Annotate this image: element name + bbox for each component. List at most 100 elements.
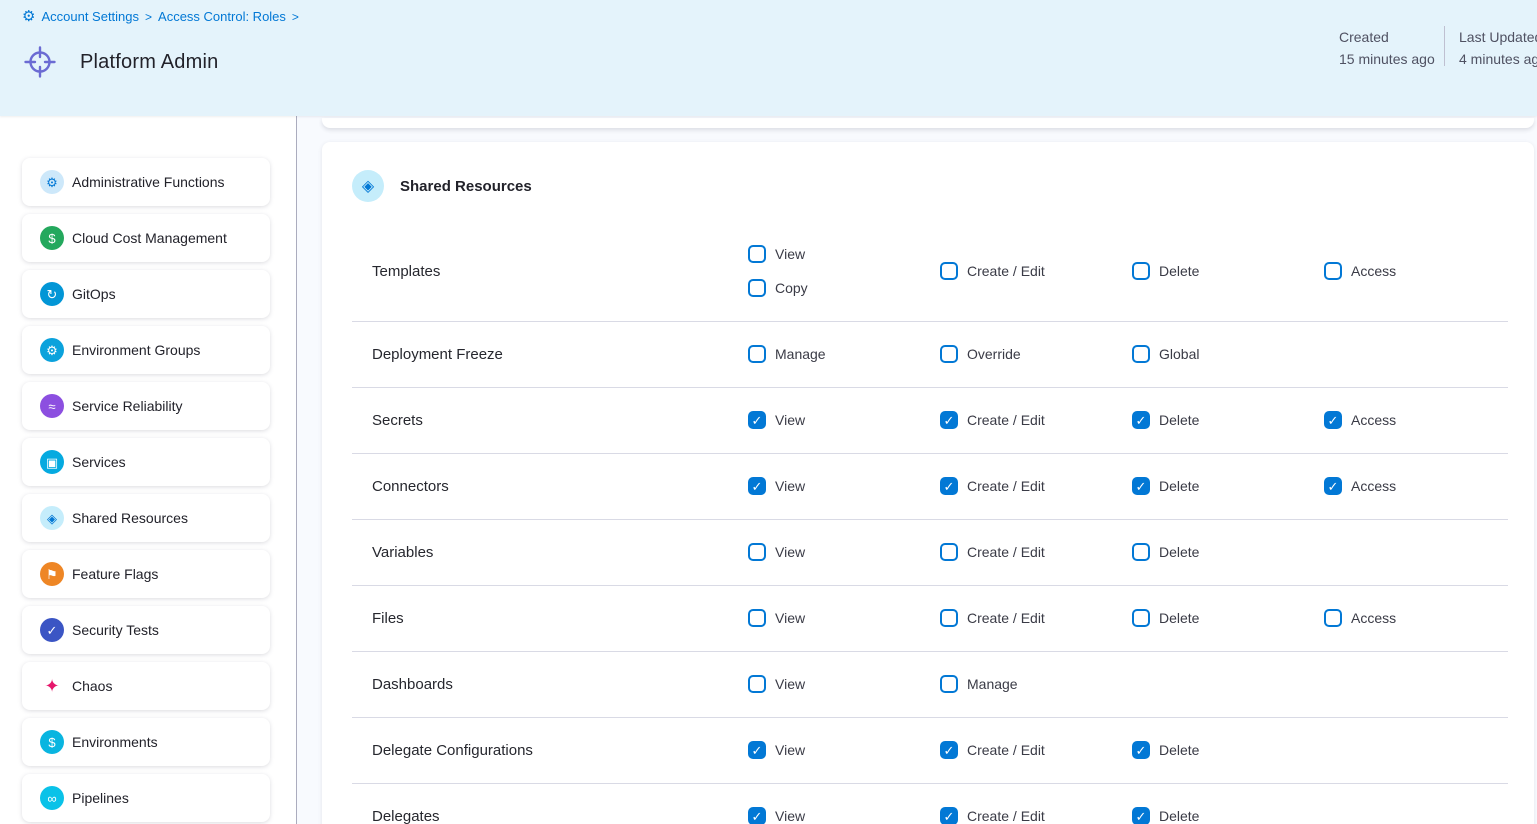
checkbox-checked[interactable]	[1132, 807, 1150, 824]
checkbox-connectors-access[interactable]: Access	[1324, 477, 1516, 495]
checkbox-unchecked[interactable]	[940, 345, 958, 363]
sidebar-item-shared-resources[interactable]: ◈Shared Resources	[22, 494, 270, 542]
checkbox-label: View	[775, 412, 805, 428]
sidebar-item-feature-flags[interactable]: ⚑Feature Flags	[22, 550, 270, 598]
checkbox-templates-access[interactable]: Access	[1324, 262, 1516, 280]
checkbox-variables-view[interactable]: View	[748, 543, 940, 561]
checkbox-checked[interactable]	[1132, 741, 1150, 759]
permission-column: Access	[1324, 477, 1516, 495]
checkbox-label: Delete	[1159, 742, 1199, 758]
sidebar-item-pipelines[interactable]: ∞Pipelines	[22, 774, 270, 822]
checkbox-label: Create / Edit	[967, 808, 1045, 824]
checkbox-delegate-configurations-delete[interactable]: Delete	[1132, 741, 1324, 759]
permission-column: Manage	[940, 675, 1132, 693]
checkbox-unchecked[interactable]	[748, 675, 766, 693]
checkbox-connectors-view[interactable]: View	[748, 477, 940, 495]
checkbox-connectors-delete[interactable]: Delete	[1132, 477, 1324, 495]
checkbox-templates-copy[interactable]: Copy	[748, 279, 940, 297]
sidebar-item-security-tests[interactable]: ✓Security Tests	[22, 606, 270, 654]
checkbox-unchecked[interactable]	[1132, 543, 1150, 561]
breadcrumb-link-access-control-roles[interactable]: Access Control: Roles	[158, 9, 286, 24]
permission-column: Create / Edit	[940, 262, 1132, 280]
created-value: 15 minutes ago	[1339, 48, 1444, 70]
checkbox-secrets-create-edit[interactable]: Create / Edit	[940, 411, 1132, 429]
checkbox-delegates-view[interactable]: View	[748, 807, 940, 824]
sidebar-item-label: Chaos	[72, 678, 112, 694]
sidebar-item-service-reliability[interactable]: ≈Service Reliability	[22, 382, 270, 430]
checkbox-unchecked[interactable]	[748, 279, 766, 297]
permission-row-connectors: ConnectorsViewCreate / EditDeleteAccess	[322, 454, 1534, 519]
checkbox-checked[interactable]	[1132, 411, 1150, 429]
checkbox-unchecked[interactable]	[1132, 262, 1150, 280]
checkbox-unchecked[interactable]	[940, 543, 958, 561]
checkbox-connectors-create-edit[interactable]: Create / Edit	[940, 477, 1132, 495]
checkbox-checked[interactable]	[748, 411, 766, 429]
checkbox-unchecked[interactable]	[748, 245, 766, 263]
checkbox-label: Access	[1351, 610, 1396, 626]
sidebar-item-services[interactable]: ▣Services	[22, 438, 270, 486]
checkbox-label: Delete	[1159, 808, 1199, 824]
checkbox-unchecked[interactable]	[748, 345, 766, 363]
checkbox-files-delete[interactable]: Delete	[1132, 609, 1324, 627]
checkbox-files-access[interactable]: Access	[1324, 609, 1516, 627]
checkbox-unchecked[interactable]	[940, 262, 958, 280]
checkbox-checked[interactable]	[1132, 477, 1150, 495]
breadcrumb-link-account-settings[interactable]: Account Settings	[41, 9, 139, 24]
settings-gear-icon: ⚙	[22, 9, 35, 24]
checkbox-label: Create / Edit	[967, 412, 1045, 428]
checkbox-templates-create-edit[interactable]: Create / Edit	[940, 262, 1132, 280]
checkbox-dashboards-manage[interactable]: Manage	[940, 675, 1132, 693]
checkbox-deployment-freeze-global[interactable]: Global	[1132, 345, 1324, 363]
chaos-pinwheel-icon: ✦	[40, 674, 64, 698]
checkbox-delegate-configurations-view[interactable]: View	[748, 741, 940, 759]
checkbox-checked[interactable]	[940, 807, 958, 824]
checkbox-unchecked[interactable]	[1324, 262, 1342, 280]
checkbox-unchecked[interactable]	[940, 609, 958, 627]
checkbox-secrets-access[interactable]: Access	[1324, 411, 1516, 429]
checkbox-checked[interactable]	[1324, 477, 1342, 495]
checkbox-delegates-delete[interactable]: Delete	[1132, 807, 1324, 824]
checkbox-checked[interactable]	[940, 477, 958, 495]
sidebar-item-environment-groups[interactable]: ⚙Environment Groups	[22, 326, 270, 374]
permission-column: Delete	[1132, 807, 1324, 824]
checkbox-checked[interactable]	[1324, 411, 1342, 429]
sidebar-item-chaos[interactable]: ✦ Chaos	[22, 662, 270, 710]
checkbox-checked[interactable]	[940, 741, 958, 759]
resource-name: Secrets	[372, 412, 748, 429]
checkbox-unchecked[interactable]	[748, 609, 766, 627]
checkbox-checked[interactable]	[748, 741, 766, 759]
checkbox-checked[interactable]	[940, 411, 958, 429]
checkbox-delegates-create-edit[interactable]: Create / Edit	[940, 807, 1132, 824]
previous-card-bottom	[322, 118, 1534, 128]
checkbox-files-view[interactable]: View	[748, 609, 940, 627]
permission-column: Global	[1132, 345, 1324, 363]
created-meta: Created 15 minutes ago	[1339, 26, 1444, 70]
checkbox-templates-view[interactable]: View	[748, 245, 940, 263]
permission-column: View Copy	[748, 245, 940, 297]
checkbox-files-create-edit[interactable]: Create / Edit	[940, 609, 1132, 627]
checkbox-deployment-freeze-override[interactable]: Override	[940, 345, 1132, 363]
checkbox-checked[interactable]	[748, 807, 766, 824]
sidebar-item-administrative-functions[interactable]: ⚙Administrative Functions	[22, 158, 270, 206]
checkbox-unchecked[interactable]	[1132, 609, 1150, 627]
sidebar-item-gitops[interactable]: ↻GitOps	[22, 270, 270, 318]
checkbox-variables-delete[interactable]: Delete	[1132, 543, 1324, 561]
checkbox-unchecked[interactable]	[1324, 609, 1342, 627]
checkbox-label: Global	[1159, 346, 1199, 362]
sidebar-item-environments[interactable]: $Environments	[22, 718, 270, 766]
page-header: ⚙ Account Settings>Access Control: Roles…	[0, 0, 1537, 116]
checkbox-secrets-view[interactable]: View	[748, 411, 940, 429]
checkbox-unchecked[interactable]	[940, 675, 958, 693]
permission-column: View	[748, 477, 940, 495]
checkbox-label: Copy	[775, 280, 808, 296]
checkbox-secrets-delete[interactable]: Delete	[1132, 411, 1324, 429]
checkbox-unchecked[interactable]	[1132, 345, 1150, 363]
checkbox-checked[interactable]	[748, 477, 766, 495]
checkbox-dashboards-view[interactable]: View	[748, 675, 940, 693]
checkbox-delegate-configurations-create-edit[interactable]: Create / Edit	[940, 741, 1132, 759]
sidebar-item-cloud-cost-management[interactable]: $Cloud Cost Management	[22, 214, 270, 262]
checkbox-deployment-freeze-manage[interactable]: Manage	[748, 345, 940, 363]
checkbox-templates-delete[interactable]: Delete	[1132, 262, 1324, 280]
checkbox-variables-create-edit[interactable]: Create / Edit	[940, 543, 1132, 561]
checkbox-unchecked[interactable]	[748, 543, 766, 561]
